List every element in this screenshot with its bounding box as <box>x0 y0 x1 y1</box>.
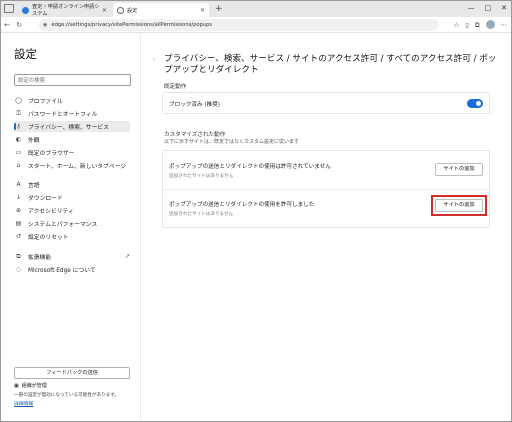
sidebar-item-label: プライバシー、検索、サービス <box>28 125 109 131</box>
sidebar-item-label: 既定のブラウザー <box>28 151 75 157</box>
maximize-button[interactable]: □ <box>485 2 492 15</box>
sidebar-item-default-browser[interactable]: ▭ 既定のブラウザー <box>14 147 130 158</box>
sidebar-item-label: 拡張機能 <box>28 255 52 261</box>
tab-settings[interactable]: 設定 ✕ <box>113 3 209 17</box>
sidebar-item-label: 言語 <box>28 183 40 189</box>
split-screen-icon[interactable]: ▯ <box>465 19 469 31</box>
tab-strip: 査定・申請オンライン申請システム ✕ 設定 ✕ + — □ ✕ <box>1 1 511 17</box>
sidebar-item-label: Microsoft Edge について <box>28 268 96 274</box>
address-text: edge://settings/privacy/sitePermissions/… <box>51 22 213 28</box>
key-icon: ⚿ <box>16 109 21 117</box>
toolbar-icons: ☆ ▯ ⧉ ⋯ <box>453 19 507 31</box>
managed-note: 一部の設定が無効になっている可能性があります。 <box>14 393 119 398</box>
system-icon: ▤ <box>15 220 22 227</box>
page-title: 設定 <box>14 47 37 61</box>
sidebar-item-system[interactable]: ▤ システムとパフォーマンス <box>14 218 130 229</box>
settings-sidebar: 設定 設定の検索 ◯ プロファイル ⚿ パスワードとオートフィル ⚷ プライバシ… <box>1 34 141 421</box>
sidebar-item-label: プロファイル <box>28 99 63 105</box>
sidebar-item-profile[interactable]: ◯ プロファイル <box>14 95 130 106</box>
sidebar-item-language[interactable]: A 言語 <box>14 179 130 190</box>
appearance-icon: ◐ <box>15 136 22 143</box>
browser-window: 査定・申請オンライン申請システム ✕ 設定 ✕ + — □ ✕ ← ↻ ◉ ed… <box>0 0 512 422</box>
avatar[interactable] <box>485 20 495 29</box>
block-label: ブロック済み (推奨) <box>169 102 220 108</box>
add-site-block-button[interactable]: サイトの追加 <box>435 163 483 176</box>
refresh-icon[interactable]: ↻ <box>13 21 25 29</box>
custom-behavior-card: ポップアップの送信とリダイレクトの使用は許可されていません 追加されたサイトはあ… <box>162 150 490 228</box>
edge-icon: ◌ <box>15 266 22 273</box>
org-managed: ▣ 組織が管理 <box>14 382 47 390</box>
gear-icon <box>117 6 124 14</box>
default-section-heading: 既定動作 <box>164 84 187 90</box>
sidebar-item-label: スタート、ホーム、新しいタブページ <box>28 164 127 170</box>
sidebar-item-passwords[interactable]: ⚿ パスワードとオートフィル <box>14 108 130 119</box>
sidebar-item-about[interactable]: ◌ Microsoft Edge について <box>14 264 130 275</box>
block-toggle[interactable] <box>467 99 483 108</box>
sidebar-item-label: システムとパフォーマンス <box>28 222 98 228</box>
extensions-icon: ⧉ <box>16 252 21 260</box>
download-icon: ↓ <box>15 194 22 201</box>
lock-icon: ⚷ <box>16 123 21 130</box>
building-icon: ▣ <box>14 382 19 389</box>
sidebar-item-label: ダウンロード <box>28 196 63 202</box>
sidebar-item-privacy[interactable]: ⚷ プライバシー、検索、サービス <box>14 121 130 132</box>
sidebar-item-start-home[interactable]: ⌂ スタート、ホーム、新しいタブページ <box>14 160 130 171</box>
sidebar-item-reset[interactable]: ↺ 設定のリセット <box>14 231 130 242</box>
sidebar-item-appearance[interactable]: ◐ 外観 <box>14 134 130 145</box>
address-bar[interactable]: ◉ edge://settings/privacy/sitePermission… <box>39 19 439 31</box>
collections-icon[interactable]: ⧉ <box>475 19 480 31</box>
sidebar-item-label: アクセシビリティ <box>28 209 74 215</box>
favorites-icon[interactable]: ☆ <box>453 19 459 31</box>
sidebar-item-accessibility[interactable]: ⊕ アクセシビリティ <box>14 205 130 216</box>
edge-page-icon: ◉ <box>43 22 48 28</box>
block-row: ブロック済み (推奨) <box>169 100 485 108</box>
breadcrumb: プライバシー、検索、サービス / サイトのアクセス許可 / すべてのアクセス許可… <box>164 54 497 75</box>
accessibility-icon: ⊕ <box>15 207 22 214</box>
reset-icon: ↺ <box>15 233 22 240</box>
learn-more-link[interactable]: 詳細情報 <box>14 400 33 407</box>
close-window-button[interactable]: ✕ <box>501 2 507 15</box>
sidebar-item-downloads[interactable]: ↓ ダウンロード <box>14 192 130 203</box>
home-icon: ⌂ <box>16 162 21 169</box>
window-menu-icon[interactable] <box>4 4 14 13</box>
window-buttons: — □ ✕ <box>468 2 508 15</box>
back-icon[interactable]: ← <box>1 21 13 29</box>
language-icon: A <box>16 181 21 188</box>
site-favicon-icon <box>22 6 29 14</box>
more-menu-icon[interactable]: ⋯ <box>501 19 508 31</box>
new-tab-button[interactable]: + <box>215 3 223 15</box>
person-icon: ◯ <box>15 97 22 104</box>
sidebar-item-label: 外観 <box>28 138 40 144</box>
divider <box>163 189 489 190</box>
sidebar-item-label: パスワードとオートフィル <box>28 112 98 118</box>
minimize-button[interactable]: — <box>468 2 475 15</box>
highlight-box <box>431 195 487 216</box>
sidebar-item-extensions[interactable]: ⧉ 拡張機能 ↗ <box>14 251 130 262</box>
browser-icon: ▭ <box>15 149 22 156</box>
close-tab-icon[interactable]: ✕ <box>200 7 205 14</box>
tab-title: 設定 <box>127 7 138 14</box>
navigation-bar: ← ↻ ◉ edge://settings/privacy/sitePermis… <box>1 17 511 33</box>
back-arrow-icon[interactable]: ‹ <box>153 56 155 63</box>
org-managed-label: 組織が管理 <box>21 383 47 389</box>
custom-section-heading: カスタマイズされた動作 <box>164 132 226 138</box>
external-link-icon: ↗ <box>124 253 130 260</box>
search-input[interactable]: 設定の検索 <box>14 74 131 86</box>
settings-main: ‹ プライバシー、検索、サービス / サイトのアクセス許可 / すべてのアクセス… <box>142 34 511 421</box>
tab-application-system[interactable]: 査定・申請オンライン申請システム ✕ <box>18 3 111 17</box>
feedback-button[interactable]: フィードバックの送信 <box>14 367 130 379</box>
custom-section-subtitle: 以下に示すサイトは、既定ではなくカスタム設定に従います <box>164 139 300 145</box>
default-behavior-card: ブロック済み (推奨) <box>162 92 490 114</box>
sidebar-item-label: 設定のリセット <box>28 235 69 241</box>
tab-title: 査定・申請オンライン申請システム <box>32 4 100 17</box>
close-tab-icon[interactable]: ✕ <box>102 7 107 14</box>
